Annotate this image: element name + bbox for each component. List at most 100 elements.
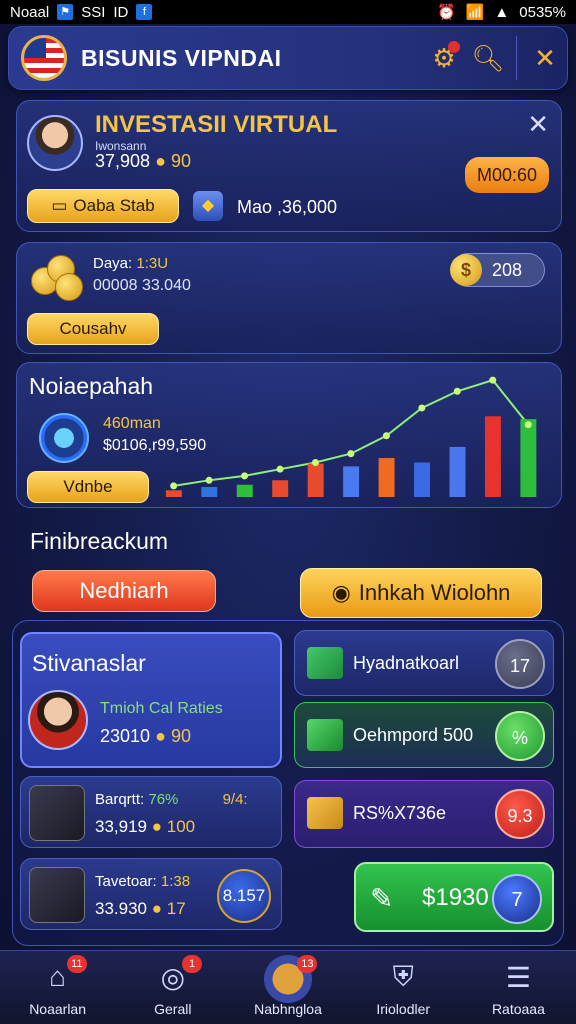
mini-card-coin-value: 17 [166, 899, 186, 918]
search-button[interactable]: 🔍︎ [466, 43, 510, 74]
status-icon-text: SSI [81, 3, 106, 21]
balance-label-value: 1:3U [136, 255, 169, 272]
list-row-badge: 9.3 [495, 789, 545, 839]
featured-card[interactable]: Stivanaslar Tmioh Cal Raties 23010 ● 90 [20, 632, 282, 768]
chart-point [453, 387, 461, 395]
mini-card-circle-button[interactable]: 8.157 [217, 869, 271, 923]
nav-item-wallet[interactable]: 13 Nabhngloa [230, 951, 345, 1024]
chart-card-title: Noiaepahah [29, 373, 154, 399]
mini-card-coin-icon: ● [151, 817, 163, 836]
chart-card-line2: $0106,r99,590 [103, 437, 207, 454]
chart-bar [520, 419, 537, 497]
nav-item-menu[interactable]: ☰ Ratoaaa [461, 951, 576, 1024]
chart-card-button[interactable]: Vdnbe [27, 471, 149, 503]
chart-bar [378, 458, 395, 497]
chart-bar [449, 446, 466, 497]
list-row[interactable]: Hyadnatkoarl 17 [294, 630, 554, 696]
wallet-thumb-icon [29, 785, 85, 841]
list-row[interactable]: Oehmpord 500 % [294, 702, 554, 768]
box-row-icon [307, 797, 343, 829]
chart-bar [414, 462, 430, 497]
flag-icon[interactable] [21, 35, 67, 81]
close-icon: ✕ [534, 42, 556, 73]
featured-amount: 23010 ● 90 [100, 726, 191, 747]
balance-label-text: Daya: [93, 255, 133, 272]
mini-card-amount-value: 33.930 [95, 899, 147, 918]
chart-row-icon [307, 647, 343, 679]
battery-text: 0535% [519, 3, 566, 21]
chart-point [276, 465, 284, 473]
nav-badge: 1 [182, 955, 203, 973]
chart-point [205, 476, 213, 484]
featured-subtitle: Tmioh Cal Raties [100, 700, 223, 717]
mini-card-tag: 9/4: [222, 791, 248, 808]
coin-icon: ● [155, 151, 166, 171]
chart-card: Noiaepahah 460man $0106,r99,590 Vdnbe [16, 362, 562, 508]
close-button[interactable]: ✕ [523, 43, 567, 74]
status-icon-text-2: ID [113, 3, 129, 21]
balance-button[interactable]: Cousahv [27, 313, 159, 345]
settings-button[interactable]: ⚙ [422, 40, 466, 74]
mini-card-amount: 33,919 ● 100 [95, 817, 195, 837]
chart-bar [307, 463, 324, 497]
profile-title: INVESTASII VIRTUAL [95, 111, 338, 138]
balance-value: 00008 33.040 [93, 277, 191, 294]
chart-point [418, 404, 426, 412]
notification-icon: ⚑ [57, 4, 74, 20]
mini-card-label: Tavetoar: 1:38 [95, 873, 190, 890]
mini-card-pct: 76% [148, 791, 179, 808]
wallet-icon: ▭ [51, 196, 68, 215]
mini-card-coin-icon: ● [151, 899, 163, 918]
mini-card[interactable]: Tavetoar: 1:38 33.930 ● 17 8.157 [20, 858, 282, 930]
nav-label: Gerall [154, 1001, 192, 1017]
chart-point [170, 482, 178, 490]
coin-pill[interactable]: $ 208 [450, 253, 545, 287]
nav-item-shield[interactable]: ⛨ Iriolodler [346, 951, 461, 1024]
chart-bar [201, 486, 218, 497]
list-row-text: RS%X736e [353, 803, 447, 823]
featured-avatar [28, 690, 88, 750]
nav-label: Iriolodler [376, 1001, 431, 1017]
red-action-button[interactable]: Nedhiarh [32, 570, 216, 612]
green-action-button[interactable]: ✎ $1930 7 [354, 862, 554, 932]
mini-card-amount: 33.930 ● 17 [95, 899, 186, 919]
profile-close-icon[interactable]: ✕ [527, 109, 549, 140]
chart-point [382, 432, 390, 440]
nav-badge: 11 [66, 955, 87, 973]
profile-coin-value: 90 [170, 151, 191, 171]
info-icon: ◆ [193, 191, 223, 221]
coin-pill-value: 208 [492, 259, 523, 280]
pencil-icon: ✎ [370, 883, 394, 914]
chart-point [347, 450, 355, 458]
chart-card-line1: 460man [103, 415, 161, 432]
list-row-badge: % [495, 711, 545, 761]
list-row[interactable]: RS%X736e 9.3 [294, 780, 554, 848]
mini-card[interactable]: Barqrtt: 76% 9/4: 33,919 ● 100 [20, 776, 282, 848]
gold-tab-button[interactable]: ◉ Inhkah Wiolohn [300, 568, 542, 618]
mini-card-label-text: Tavetoar: [95, 873, 157, 890]
dollar-coin-icon: $ [450, 254, 482, 286]
chart-bar [272, 480, 289, 497]
nav-item-home[interactable]: ⌂ 11 Noaarlan [0, 951, 115, 1024]
featured-title: Stivanaslar [32, 650, 146, 676]
cash-row-icon [307, 719, 343, 751]
profile-amount-value: 37,908 [95, 151, 151, 171]
wifi-icon: 📶 [465, 4, 485, 21]
nav-item-compass[interactable]: ◎ 1 Gerall [115, 951, 230, 1024]
chart-bar [343, 466, 360, 497]
chart-point [524, 421, 532, 429]
globe-icon [39, 413, 89, 463]
profile-amount: 37,908 ● 90 [95, 151, 191, 172]
gold-tab-label: Inhkah Wiolohn [358, 580, 511, 605]
avatar[interactable] [27, 115, 83, 171]
profile-timer-button[interactable]: M00:60 [465, 157, 549, 193]
section-title: Finibreackum [30, 528, 169, 554]
profile-action-button[interactable]: ▭ Oaba Stab [27, 189, 179, 223]
mini-card-pct: 1:38 [160, 873, 191, 890]
mini-card-label: Barqrtt: 76% 9/4: [95, 791, 248, 808]
chart-point [489, 376, 497, 384]
profile-action-label: Oaba Stab [73, 196, 155, 215]
device-thumb-icon [29, 867, 85, 923]
nav-label: Ratoaaa [491, 1001, 545, 1017]
chart-bar [236, 484, 253, 497]
